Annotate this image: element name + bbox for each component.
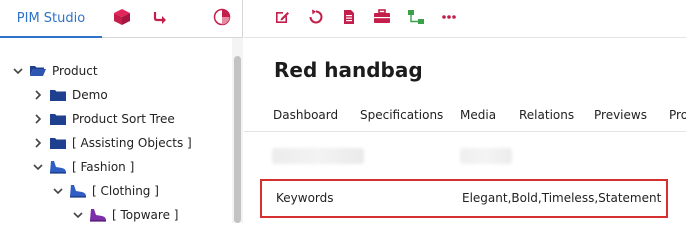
keywords-label: Keywords <box>276 191 334 205</box>
keywords-value: Elegant,Bold,Timeless,Statement <box>462 191 662 205</box>
chevron-right-icon[interactable] <box>30 135 46 151</box>
tree-item-product[interactable]: Product <box>10 60 98 82</box>
edit-button[interactable] <box>270 7 294 31</box>
tree-item-label: [ Fashion ] <box>72 160 135 174</box>
left-panel: PIM Studio Product Demo Product Sort Tre… <box>0 0 243 223</box>
left-tab-bar: PIM Studio <box>0 0 243 38</box>
cube-icon <box>113 8 131 30</box>
tree-item-label: Demo <box>72 88 108 102</box>
tab-previews[interactable]: Previews <box>594 98 647 132</box>
tab-reports[interactable] <box>208 0 236 38</box>
tab-media[interactable]: Media <box>460 98 496 132</box>
tree-item-topware[interactable]: [ Topware ] <box>70 204 178 223</box>
object-editor: Red handbag Dashboard Specifications Med… <box>244 0 686 223</box>
tab-more[interactable]: Pro <box>669 98 686 132</box>
tree-item-demo[interactable]: Demo <box>30 84 108 106</box>
workflow-button[interactable] <box>370 7 394 31</box>
document-icon <box>341 9 357 29</box>
folder-icon <box>48 111 68 127</box>
tab-data-objects[interactable] <box>108 0 136 38</box>
tab-dashboard[interactable]: Dashboard <box>273 98 338 132</box>
folder-open-icon <box>28 63 48 79</box>
tree-item-fashion[interactable]: [ Fashion ] <box>30 156 134 178</box>
reload-button[interactable] <box>304 7 328 31</box>
tree-item-label: [ Clothing ] <box>92 184 159 198</box>
blurred-field-value <box>460 148 512 164</box>
chevron-right-icon[interactable] <box>30 111 46 127</box>
tree-item-clothing[interactable]: [ Clothing ] <box>50 180 159 202</box>
tab-links[interactable] <box>146 0 174 38</box>
reload-icon <box>308 9 324 29</box>
more-icon <box>441 9 457 29</box>
tab-specifications[interactable]: Specifications <box>360 98 443 132</box>
shoe-icon <box>88 207 108 223</box>
object-tree: Product Demo Product Sort Tree [Assisti… <box>0 60 232 223</box>
tree-item-product-sort-tree[interactable]: Product Sort Tree <box>30 108 175 130</box>
tab-relations[interactable]: Relations <box>519 98 574 132</box>
tree-item-label: Product Sort Tree <box>72 112 175 126</box>
dependencies-button[interactable] <box>404 7 428 31</box>
shoe-icon <box>48 159 68 175</box>
preview-button[interactable] <box>337 7 361 31</box>
edit-icon <box>274 9 290 29</box>
chevron-down-icon[interactable] <box>10 63 26 79</box>
tree-item-label: Product <box>52 64 98 78</box>
more-button[interactable] <box>437 7 461 31</box>
pie-chart-icon <box>213 8 231 30</box>
tree-item-label: [ Topware ] <box>112 208 179 222</box>
folder-icon <box>48 87 68 103</box>
chevron-down-icon[interactable] <box>50 183 66 199</box>
folder-icon <box>48 135 68 151</box>
object-toolbar <box>244 0 686 38</box>
briefcase-icon <box>373 9 391 29</box>
tree-scrollbar[interactable] <box>232 38 243 223</box>
chevron-down-icon[interactable] <box>70 207 86 223</box>
object-tabs: Dashboard Specifications Media Relations… <box>244 98 686 132</box>
chevron-down-icon[interactable] <box>30 159 46 175</box>
page-title: Red handbag <box>274 58 423 82</box>
hierarchy-icon <box>407 9 425 29</box>
chevron-right-icon[interactable] <box>30 87 46 103</box>
blurred-field-label <box>272 148 364 164</box>
tree-item-label: [ Assisting Objects ] <box>72 136 192 150</box>
tab-pim-studio[interactable]: PIM Studio <box>0 0 102 38</box>
scrollbar-thumb[interactable] <box>234 56 241 223</box>
shoe-icon <box>68 183 88 199</box>
keywords-field[interactable]: Keywords Elegant,Bold,Timeless,Statement <box>260 179 668 218</box>
tree-item-assisting-objects[interactable]: [ Assisting Objects ] <box>30 132 192 154</box>
redirect-arrow-icon <box>152 9 168 29</box>
